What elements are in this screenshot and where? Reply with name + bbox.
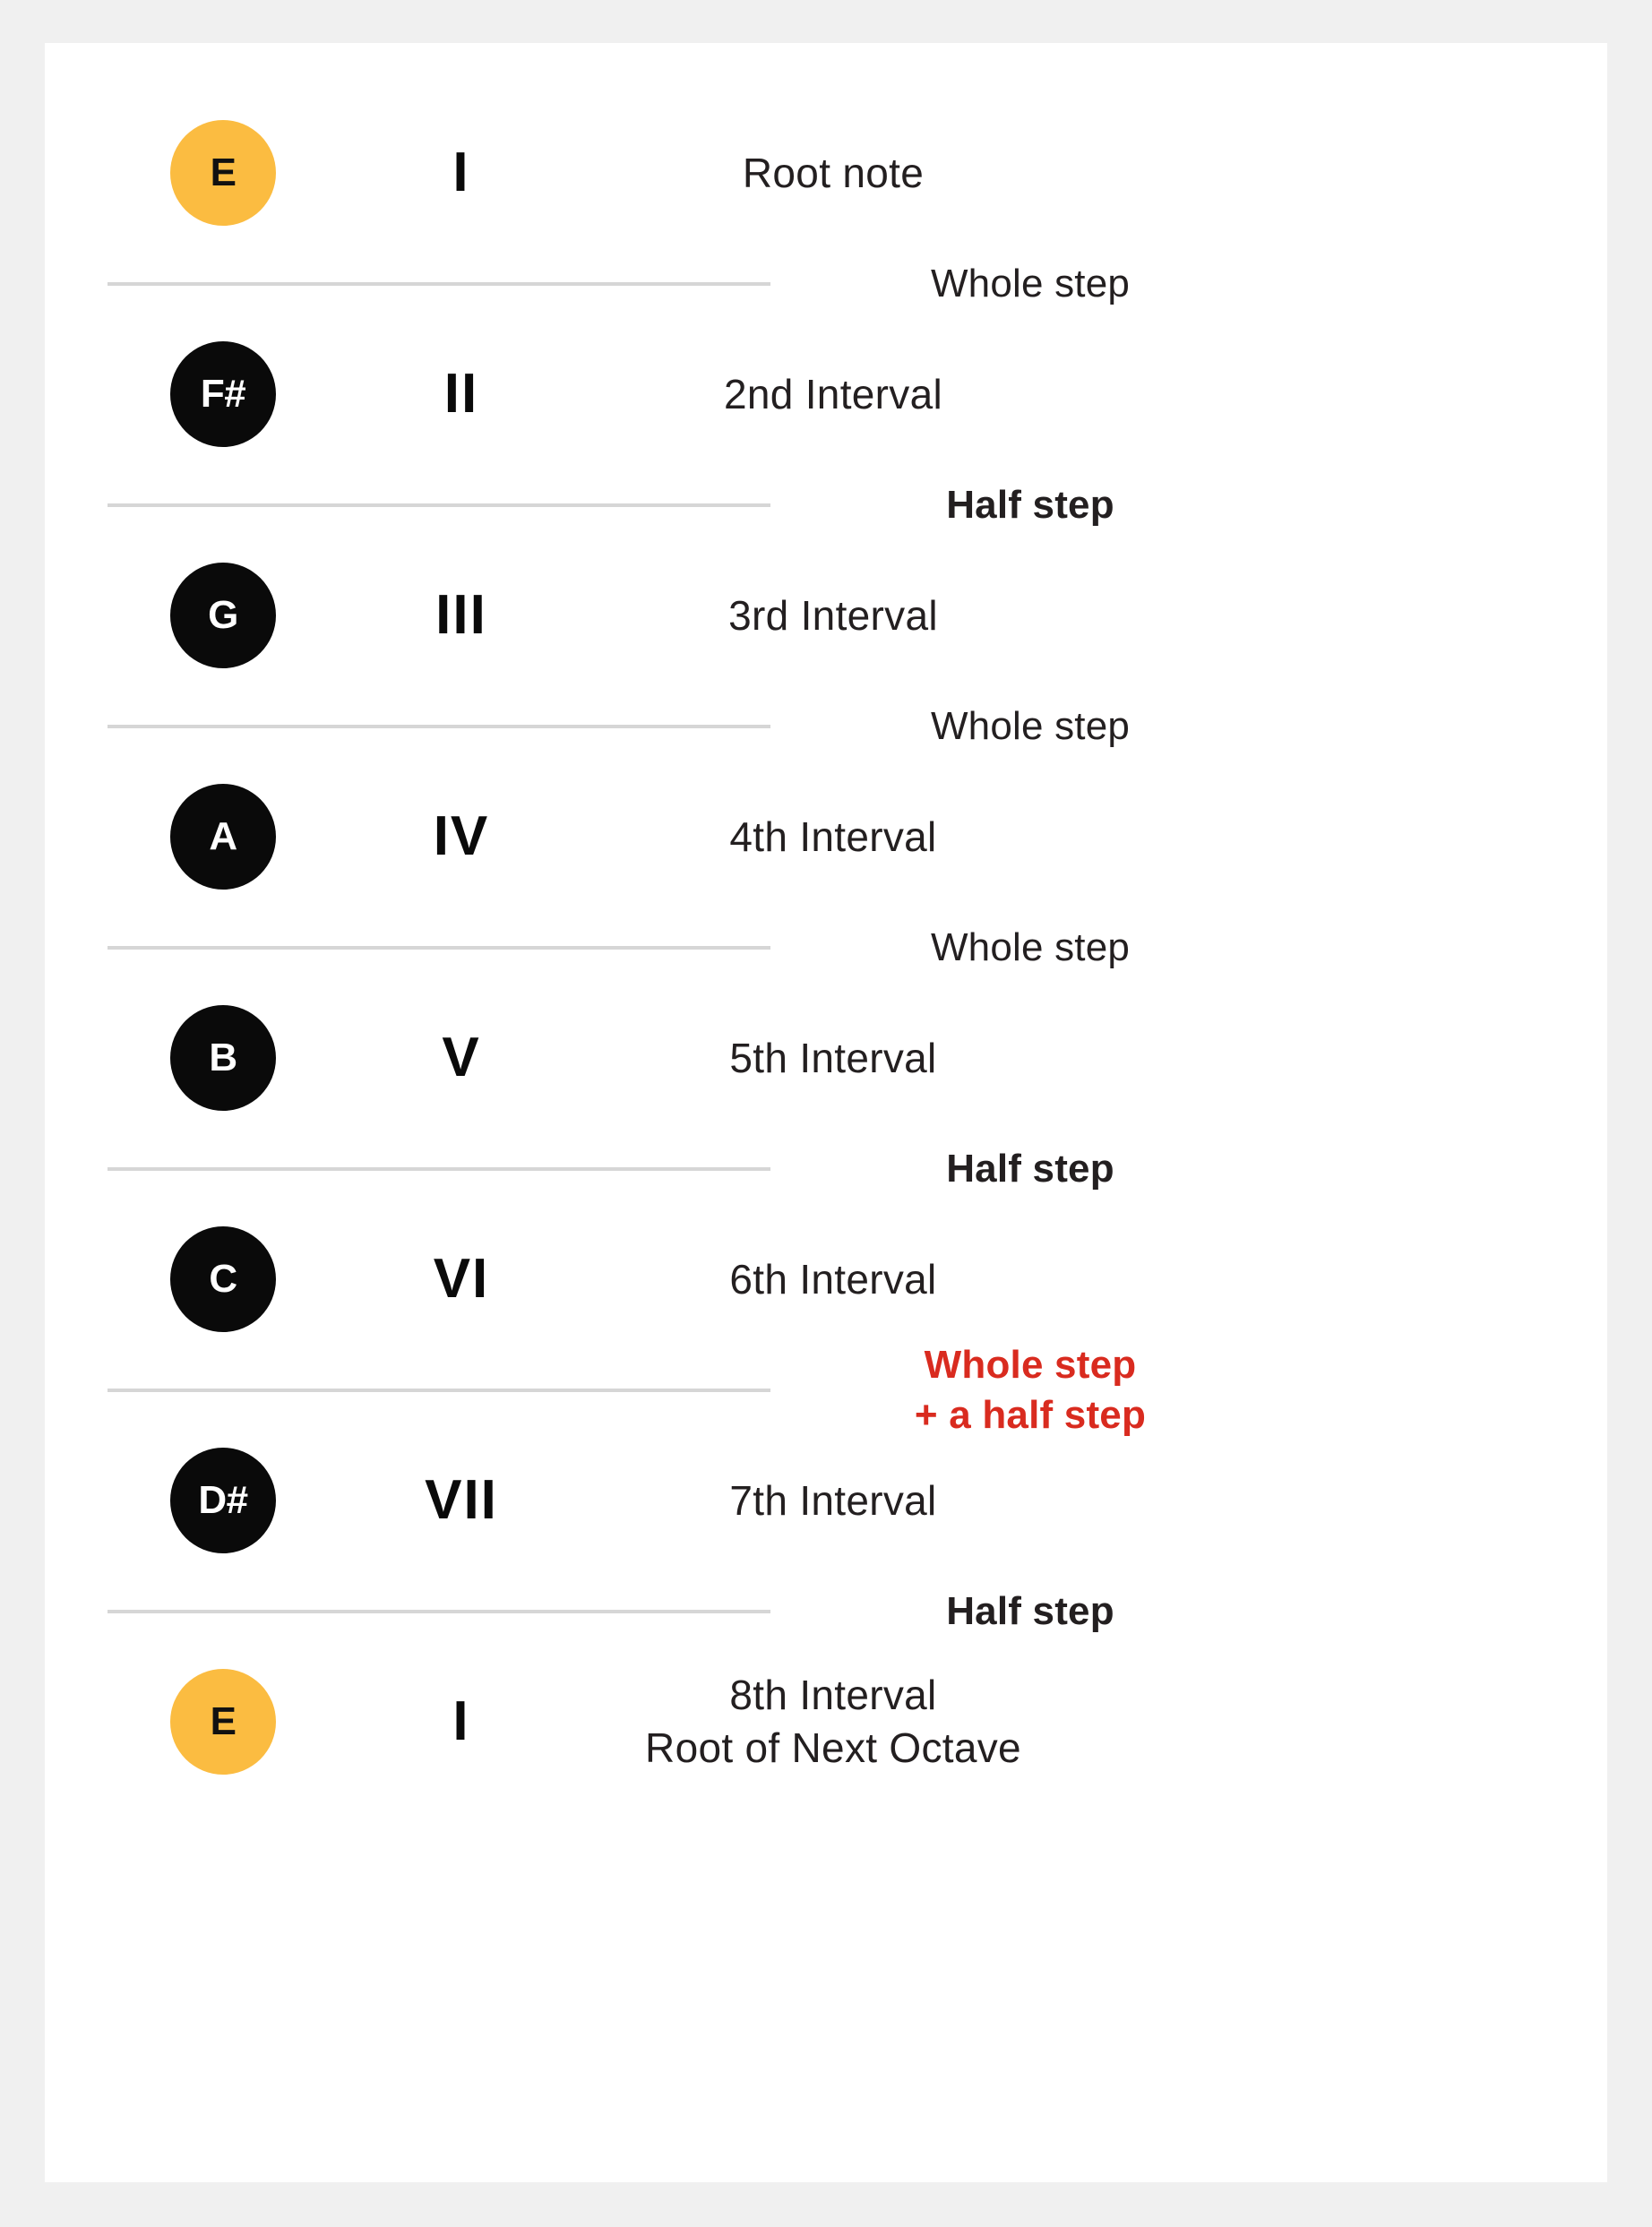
interval-label-line1: 5th Interval [729, 1034, 937, 1081]
step-label-line1: Whole step [930, 261, 1131, 305]
roman-numeral: III [435, 584, 487, 646]
interval-label: 6th Interval [582, 1253, 1084, 1306]
step-label: Half step [788, 1144, 1272, 1194]
interval-label-line2: Root of Next Octave [645, 1724, 1021, 1771]
step-divider [108, 945, 770, 950]
step-label-line1: Whole step [930, 924, 1131, 969]
interval-label: Root note [582, 147, 1084, 200]
roman-numeral: II [443, 363, 479, 425]
interval-label-line1: 6th Interval [729, 1255, 937, 1303]
step-label-line1: Whole step [930, 703, 1131, 748]
step-label: Half step [788, 480, 1272, 530]
step-label-line1: Half step [946, 482, 1114, 527]
note-badge[interactable]: A [170, 784, 276, 890]
note-badge[interactable]: B [170, 1005, 276, 1111]
interval-label-line1: Root note [742, 149, 925, 196]
roman-numeral: I [452, 142, 470, 203]
interval-label: 3rd Interval [582, 589, 1084, 642]
interval-label-line1: 4th Interval [729, 813, 937, 860]
interval-label: 8th Interval Root of Next Octave [582, 1669, 1084, 1775]
step-label: Half step [788, 1586, 1272, 1637]
step-label: Whole step + a half step [788, 1340, 1272, 1441]
step-divider [108, 1166, 770, 1171]
interval-label-line1: 3rd Interval [728, 591, 938, 639]
note-badge[interactable]: F# [170, 341, 276, 447]
roman-numeral: V [442, 1027, 481, 1088]
note-badge[interactable]: E [170, 120, 276, 226]
step-divider [108, 1388, 770, 1392]
step-divider [108, 281, 770, 286]
scale-row: D# VII 7th Interval [45, 1433, 1607, 1568]
note-badge[interactable]: D# [170, 1448, 276, 1553]
roman-numeral: I [452, 1690, 470, 1752]
interval-label: 4th Interval [582, 811, 1084, 864]
note-badge[interactable]: G [170, 563, 276, 668]
step-label-line1: Half step [946, 1588, 1114, 1633]
interval-label: 5th Interval [582, 1032, 1084, 1085]
note-badge[interactable]: E [170, 1669, 276, 1775]
step-divider [108, 724, 770, 728]
diagram-card: E I Root note F# II 2nd Interval G III 3rd Inter… [45, 43, 1607, 2182]
note-badge[interactable]: C [170, 1226, 276, 1332]
step-divider [108, 503, 770, 507]
step-label-line2: + a half step [914, 1392, 1147, 1437]
scale-row: F# II 2nd Interval [45, 327, 1607, 461]
step-label: Whole step [788, 701, 1272, 752]
roman-numeral: VI [433, 1248, 490, 1310]
roman-numeral: IV [433, 805, 490, 867]
step-label: Whole step [788, 923, 1272, 973]
interval-label: 2nd Interval [582, 368, 1084, 421]
step-divider [108, 1609, 770, 1613]
step-label-line1: Half step [946, 1146, 1114, 1191]
scale-row: B V 5th Interval [45, 991, 1607, 1125]
interval-label: 7th Interval [582, 1475, 1084, 1527]
scale-diagram: E I Root note F# II 2nd Interval G III 3rd Inter… [45, 43, 1607, 2182]
interval-label-line1: 7th Interval [729, 1476, 937, 1524]
interval-label-line1: 8th Interval [729, 1672, 937, 1719]
step-label-line1: Whole step [924, 1342, 1137, 1387]
step-label: Whole step [788, 259, 1272, 309]
scale-row: E I 8th Interval Root of Next Octave [45, 1655, 1607, 1789]
scale-row: A IV 4th Interval [45, 770, 1607, 904]
roman-numeral: VII [425, 1469, 498, 1531]
scale-row: E I Root note [45, 106, 1607, 240]
interval-label-line1: 2nd Interval [724, 370, 942, 417]
scale-row: G III 3rd Interval [45, 548, 1607, 683]
scale-row: C VI 6th Interval [45, 1212, 1607, 1346]
